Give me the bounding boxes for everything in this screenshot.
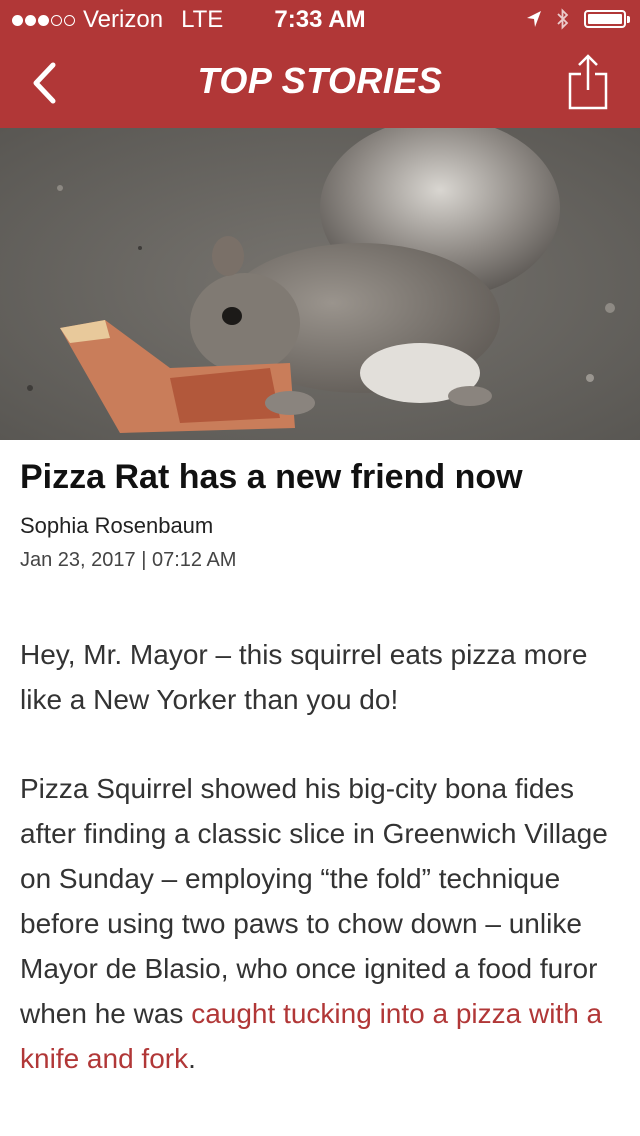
article-headline: Pizza Rat has a new friend now [20,458,523,496]
article-hero-image [0,128,640,440]
article-body: Hey, Mr. Mayor – this squirrel eats pizz… [20,632,620,1081]
share-button[interactable] [564,52,612,112]
battery-icon [584,10,630,28]
location-arrow-icon [527,11,541,27]
status-bar: Verizon LTE 7:33 AM [0,0,640,40]
paragraph-end: . [188,1042,196,1074]
bluetooth-icon [557,8,569,30]
share-icon [568,54,608,110]
article-paragraph: Hey, Mr. Mayor – this squirrel eats pizz… [20,638,588,715]
page-title: TOP STORIES [197,60,443,101]
article-date: Jan 23, 2017 | 07:12 AM [20,548,237,571]
article: Pizza Rat has a new friend now Sophia Ro… [20,456,620,1125]
status-icons [526,8,630,30]
navigation-bar: TOP STORIES [0,40,640,128]
article-author: Sophia Rosenbaum [20,512,214,538]
article-paragraph: Pizza Squirrel showed his big-city bona … [20,766,620,1081]
paragraph-text: Pizza Squirrel showed his big-city bona … [20,772,608,1029]
